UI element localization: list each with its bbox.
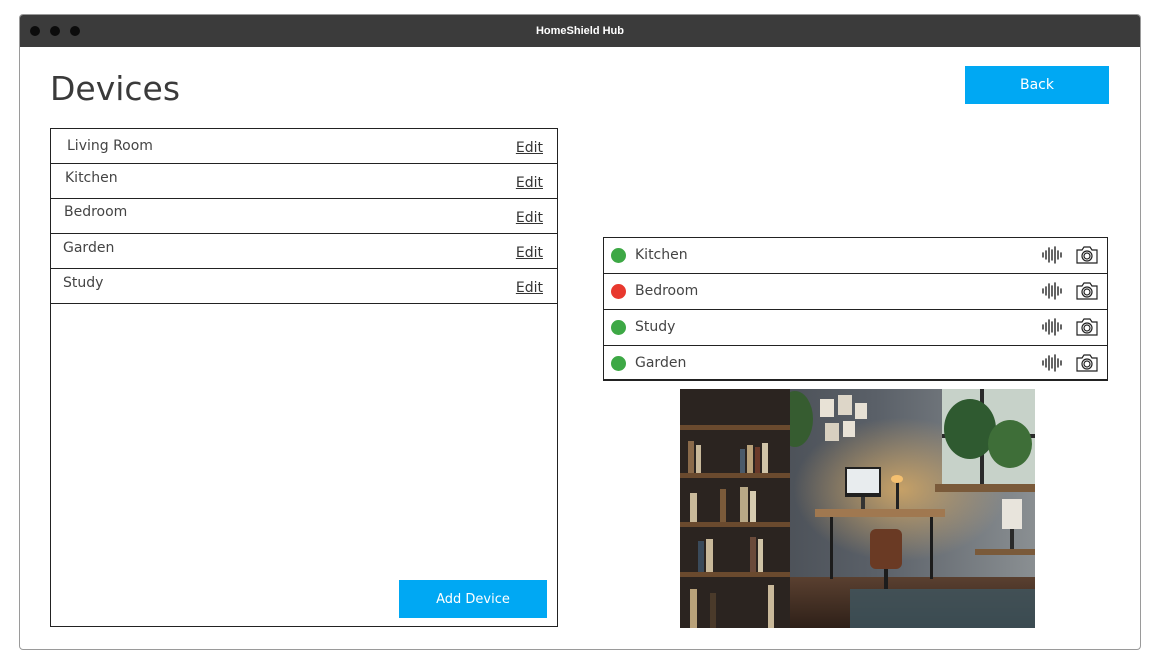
status-row-study: Study: [604, 310, 1107, 346]
window-title: HomeShield Hub: [535, 25, 624, 37]
page-title: Devices: [50, 69, 181, 108]
camera-icon[interactable]: [1075, 245, 1099, 265]
room-name: Kitchen: [65, 170, 118, 186]
status-dot: [611, 320, 626, 335]
room-row-garden: Garden Edit: [51, 234, 557, 269]
camera-icon[interactable]: [1075, 317, 1099, 337]
room-camera-photo: [680, 389, 1035, 628]
audio-icon[interactable]: [1041, 246, 1065, 264]
status-dot: [611, 356, 626, 371]
edit-bedroom-link[interactable]: Edit: [516, 210, 543, 226]
room-name: Garden: [63, 240, 115, 256]
device-status-panel: Kitchen Bedroom Study Garden: [603, 237, 1108, 381]
status-row-garden: Garden: [604, 346, 1107, 381]
edit-kitchen-link[interactable]: Edit: [516, 175, 543, 191]
room-row-study: Study Edit: [51, 269, 557, 304]
title-bar: HomeShield Hub: [20, 15, 1140, 47]
back-button[interactable]: Back: [965, 66, 1109, 104]
edit-garden-link[interactable]: Edit: [516, 245, 543, 261]
device-name: Garden: [635, 355, 687, 371]
audio-icon[interactable]: [1041, 282, 1065, 300]
add-device-button[interactable]: Add Device: [399, 580, 547, 618]
status-dot: [611, 284, 626, 299]
room-name: Study: [63, 275, 104, 291]
app-window: HomeShield Hub Devices Back Living Room …: [19, 14, 1141, 650]
camera-icon[interactable]: [1075, 281, 1099, 301]
room-name: Living Room: [67, 138, 153, 154]
camera-icon[interactable]: [1075, 353, 1099, 373]
edit-study-link[interactable]: Edit: [516, 280, 543, 296]
audio-icon[interactable]: [1041, 354, 1065, 372]
device-name: Kitchen: [635, 247, 688, 263]
edit-living-room-link[interactable]: Edit: [516, 140, 543, 156]
status-row-kitchen: Kitchen: [604, 238, 1107, 274]
device-name: Study: [635, 319, 676, 335]
room-row-living-room: Living Room Edit: [51, 129, 557, 164]
room-list-panel: Living Room Edit Kitchen Edit Bedroom Ed…: [50, 128, 558, 627]
status-row-bedroom: Bedroom: [604, 274, 1107, 310]
audio-icon[interactable]: [1041, 318, 1065, 336]
device-name: Bedroom: [635, 283, 699, 299]
room-name: Bedroom: [64, 204, 128, 220]
room-row-bedroom: Bedroom Edit: [51, 199, 557, 234]
status-dot: [611, 248, 626, 263]
room-row-kitchen: Kitchen Edit: [51, 164, 557, 199]
